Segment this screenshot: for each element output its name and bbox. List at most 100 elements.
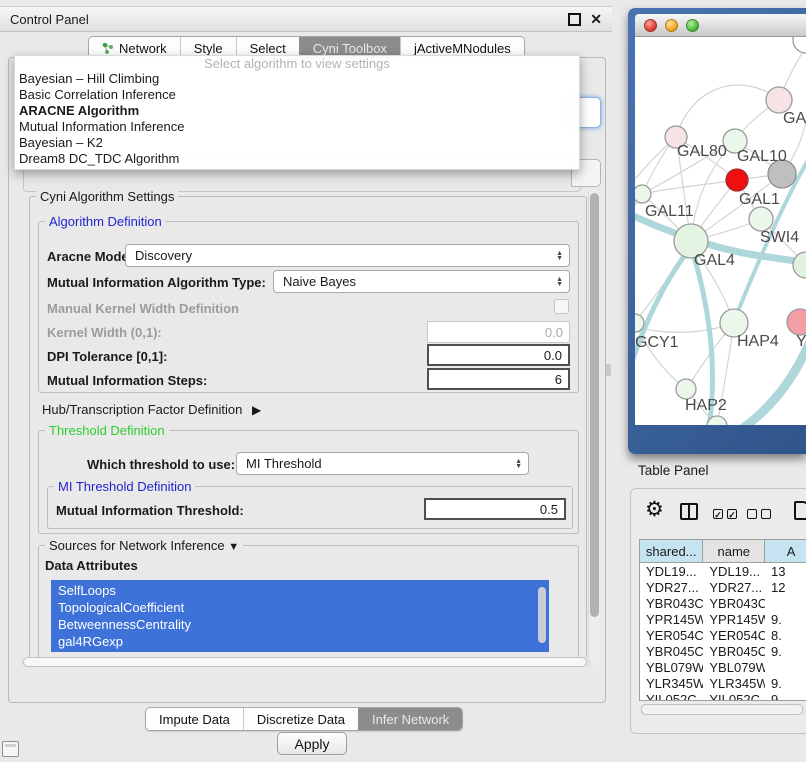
node-label: GAL4 bbox=[694, 252, 735, 269]
which-threshold-label: Which threshold to use: bbox=[87, 457, 235, 472]
table-row[interactable]: YBR045CYBR045C9. bbox=[640, 643, 806, 659]
stepper-arrows-icon: ▲▼ bbox=[515, 459, 522, 469]
algorithm-option[interactable]: Bayesian – Hill Climbing bbox=[15, 71, 579, 87]
table-cell: YBL079W bbox=[703, 660, 765, 675]
attribute-item[interactable]: SelfLoops bbox=[58, 582, 549, 599]
network-node-hap2[interactable] bbox=[676, 379, 696, 399]
node-label: HAP4 bbox=[737, 333, 779, 350]
settings-vertical-scrollbar[interactable] bbox=[588, 191, 600, 665]
table-cell: 12 bbox=[765, 580, 806, 595]
mi-threshold-group-title: MI Threshold Definition bbox=[54, 479, 195, 494]
table-cell: YPR145W bbox=[640, 612, 703, 627]
algorithm-option[interactable]: Mutual Information Inference bbox=[15, 119, 579, 135]
hub-definition-label: Hub/Transcription Factor Definition bbox=[42, 402, 242, 417]
table-horizontal-scrollbar[interactable] bbox=[639, 704, 806, 715]
mi-type-select[interactable]: Naive Bayes ▲▼ bbox=[273, 270, 570, 293]
zoom-window-icon[interactable] bbox=[686, 19, 699, 32]
minimized-panel-icon[interactable] bbox=[2, 741, 19, 757]
network-node[interactable] bbox=[726, 169, 748, 191]
bottom-tab-discretize-data[interactable]: Discretize Data bbox=[243, 708, 358, 730]
network-node-gal1[interactable] bbox=[749, 207, 773, 231]
settings-horizontal-scrollbar[interactable] bbox=[21, 657, 591, 667]
table-cell: YBR043C bbox=[703, 596, 765, 611]
select-all-icon[interactable]: ✓✓ bbox=[713, 509, 737, 519]
algorithm-option[interactable]: Bayesian – K2 bbox=[15, 135, 579, 151]
data-attributes-label: Data Attributes bbox=[45, 558, 138, 573]
list-scrollbar-thumb[interactable] bbox=[538, 587, 546, 643]
table-cell: 13 bbox=[765, 564, 806, 579]
which-threshold-select[interactable]: MI Threshold ▲▼ bbox=[236, 452, 529, 475]
mi-steps-input[interactable]: 6 bbox=[427, 368, 570, 390]
minimize-window-icon[interactable] bbox=[665, 19, 678, 32]
aracne-mode-select[interactable]: Discovery ▲▼ bbox=[125, 244, 570, 267]
gear-icon[interactable]: ⚙ bbox=[645, 497, 664, 522]
bottom-tab-label: Impute Data bbox=[159, 712, 230, 727]
attribute-item[interactable]: TopologicalCoefficient bbox=[58, 599, 549, 616]
column-header[interactable]: A bbox=[765, 540, 806, 562]
table-cell: YLR345W bbox=[640, 676, 703, 691]
data-attributes-list[interactable]: SelfLoopsTopologicalCoefficientBetweenne… bbox=[51, 580, 549, 652]
table-row[interactable]: YER054CYER054C8. bbox=[640, 627, 806, 643]
mi-threshold-value: 0.5 bbox=[540, 502, 558, 517]
mi-threshold-input[interactable]: 0.5 bbox=[424, 498, 566, 520]
table-row[interactable]: YBL079WYBL079W bbox=[640, 659, 806, 675]
table-row[interactable]: YDL19...YDL19...13 bbox=[640, 563, 806, 579]
table-toolbar: ⚙ ✓✓ bbox=[631, 489, 806, 537]
mi-threshold-group: MI Threshold Definition Mutual Informati… bbox=[47, 486, 573, 529]
close-panel-icon[interactable]: ✕ bbox=[590, 14, 602, 24]
algorithm-option[interactable]: Dream8 DC_TDC Algorithm bbox=[15, 151, 579, 167]
table-horizontal-scrollbar-thumb[interactable] bbox=[641, 704, 803, 715]
tab-label: Cyni Toolbox bbox=[313, 41, 387, 56]
network-node-swi4[interactable] bbox=[793, 252, 806, 278]
table-row[interactable]: YIL052CYIL052C9. bbox=[640, 691, 806, 701]
node-label: GAL1 bbox=[739, 191, 780, 208]
dpi-tolerance-value: 0.0 bbox=[544, 348, 562, 363]
network-node-y[interactable] bbox=[787, 309, 806, 335]
table-row[interactable]: YDR27...YDR27...12 bbox=[640, 579, 806, 595]
settings-horizontal-scrollbar-thumb[interactable] bbox=[23, 657, 587, 667]
table-row[interactable]: YBR043CYBR043C bbox=[640, 595, 806, 611]
columns-icon[interactable] bbox=[680, 503, 698, 520]
aracne-mode-value: Discovery bbox=[135, 248, 192, 263]
sources-group-title[interactable]: Sources for Network Inference ▼ bbox=[45, 538, 243, 553]
table-row[interactable]: YPR145WYPR145W9. bbox=[640, 611, 806, 627]
hub-definition-toggle[interactable]: Hub/Transcription Factor Definition ▶ bbox=[42, 402, 261, 417]
manual-kernel-checkbox[interactable] bbox=[554, 299, 569, 314]
settings-vertical-scrollbar-thumb[interactable] bbox=[590, 193, 599, 617]
network-view-window[interactable]: GALGAL80GAL10GAL1GAL11GAL4SWI4GCY1HAP4YH… bbox=[628, 8, 806, 454]
file-icon[interactable] bbox=[794, 501, 806, 520]
float-panel-icon[interactable] bbox=[568, 13, 581, 26]
deselect-all-icon[interactable] bbox=[747, 509, 771, 519]
bottom-tab-infer-network[interactable]: Infer Network bbox=[358, 708, 462, 730]
kernel-width-input[interactable]: 0.0 bbox=[427, 321, 570, 343]
control-panel-titlebar: Control Panel ✕ bbox=[0, 6, 612, 32]
node-table[interactable]: shared...nameAYDL19...YDL19...13YDR27...… bbox=[639, 539, 806, 701]
apply-button[interactable]: Apply bbox=[277, 732, 347, 755]
attribute-item[interactable]: gal4RGexp bbox=[58, 633, 549, 650]
table-cell: YLR345W bbox=[703, 676, 765, 691]
table-cell: YIL052C bbox=[703, 692, 765, 702]
algorithm-option[interactable]: Basic Correlation Inference bbox=[15, 87, 579, 103]
table-cell: YDR27... bbox=[640, 580, 703, 595]
mi-threshold-label: Mutual Information Threshold: bbox=[56, 503, 244, 518]
close-window-icon[interactable] bbox=[644, 19, 657, 32]
network-canvas[interactable]: GALGAL80GAL10GAL1GAL11GAL4SWI4GCY1HAP4YH… bbox=[635, 37, 806, 425]
algorithm-dropdown-popup: Select algorithm to view settings Bayesi… bbox=[14, 55, 580, 170]
table-cell: YBR045C bbox=[703, 644, 765, 659]
network-node-gal11[interactable] bbox=[635, 185, 651, 203]
aracne-mode-label: Aracne Mode: bbox=[47, 249, 133, 264]
algorithm-option[interactable]: ARACNE Algorithm bbox=[15, 103, 579, 119]
table-cell: YBR043C bbox=[640, 596, 703, 611]
attribute-item[interactable]: BetweennessCentrality bbox=[58, 616, 549, 633]
dpi-tolerance-input[interactable]: 0.0 bbox=[427, 344, 570, 366]
bottom-tab-impute-data[interactable]: Impute Data bbox=[146, 708, 243, 730]
table-row[interactable]: YLR345WYLR345W9. bbox=[640, 675, 806, 691]
network-node[interactable] bbox=[793, 37, 806, 53]
table-cell: YBL079W bbox=[640, 660, 703, 675]
mi-type-value: Naive Bayes bbox=[283, 274, 356, 289]
network-window-titlebar[interactable] bbox=[635, 14, 806, 37]
stepper-arrows-icon: ▲▼ bbox=[556, 277, 563, 287]
column-header[interactable]: name bbox=[703, 540, 765, 562]
column-header[interactable]: shared... bbox=[640, 540, 703, 562]
node-label: Y bbox=[796, 333, 806, 350]
